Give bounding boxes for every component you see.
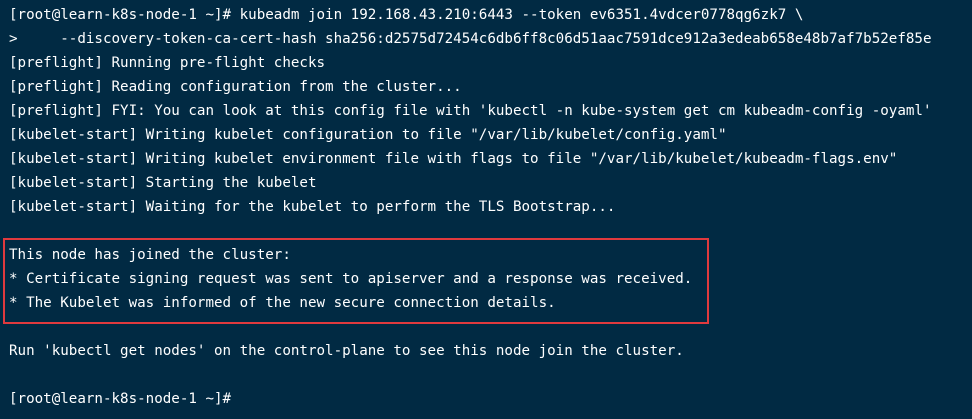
output-line-kubelet-informed: * The Kubelet was informed of the new se… (9, 295, 556, 311)
command-line-kubeadm-join: [root@learn-k8s-node-1 ~]# kubeadm join … (9, 7, 804, 23)
output-line-kubelet-env: [kubelet-start] Writing kubelet environm… (9, 151, 898, 167)
shell-prompt: [root@learn-k8s-node-1 ~]# (9, 391, 232, 407)
output-line-kubelet-config: [kubelet-start] Writing kubelet configur… (9, 127, 727, 143)
command-continuation-line: > --discovery-token-ca-cert-hash sha256:… (9, 31, 932, 47)
output-line-csr-sent: * Certificate signing request was sent t… (9, 271, 693, 287)
terminal-window[interactable]: [root@learn-k8s-node-1 ~]# kubeadm join … (0, 0, 972, 419)
output-line-node-joined: This node has joined the cluster: (9, 247, 291, 263)
output-line-preflight-checks: [preflight] Running pre-flight checks (9, 55, 326, 71)
output-line-preflight-config: [preflight] Reading configuration from t… (9, 79, 462, 95)
output-line-run-kubectl-hint: Run 'kubectl get nodes' on the control-p… (9, 343, 684, 359)
output-line-kubelet-start: [kubelet-start] Starting the kubelet (9, 175, 317, 191)
shell-prompt-line[interactable]: [root@learn-k8s-node-1 ~]# (9, 389, 239, 409)
terminal-cursor (231, 390, 239, 406)
output-line-preflight-fyi: [preflight] FYI: You can look at this co… (9, 103, 932, 119)
output-line-tls-bootstrap: [kubelet-start] Waiting for the kubelet … (9, 199, 616, 215)
